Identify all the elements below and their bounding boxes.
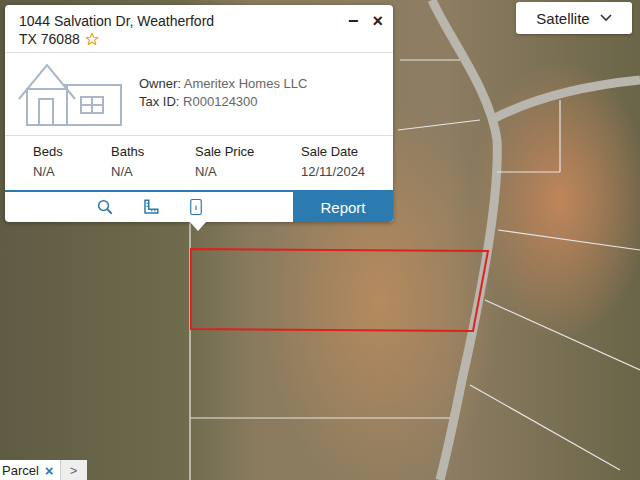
sale-field: Sale Date12/11/2024 [301,142,385,182]
tax-id: Tax ID: R000124300 [139,93,307,111]
search-icon[interactable] [96,198,114,216]
map-screen: 1044 Salvation Dr, WeatherfordTX 76088−×… [0,0,640,480]
tab-label: Parcel [2,463,39,478]
road [495,80,640,118]
popup-header: 1044 Salvation Dr, WeatherfordTX 76088 −× [5,5,393,53]
map-type-dropdown[interactable]: Satellite [516,2,632,34]
sale-field: Sale PriceN/A [195,142,301,182]
minimize-button[interactable]: − [348,12,359,48]
ruler-icon[interactable] [142,198,160,216]
parcel-tab[interactable]: Parcel × > [0,460,87,480]
action-bar: Report [5,190,393,222]
sale-field: BedsN/A [33,142,111,182]
address: 1044 Salvation Dr, WeatherfordTX 76088 [19,12,214,48]
next-button[interactable]: > [60,460,87,480]
close-button[interactable]: × [372,12,383,48]
parcel-popup: 1044 Salvation Dr, WeatherfordTX 76088 −×… [5,5,393,222]
selected-parcel[interactable] [191,249,488,331]
address-line: TX 76088 [19,30,214,48]
road [432,0,497,480]
popup-pointer [190,222,206,231]
tab-close-button[interactable]: × [45,462,54,479]
sale-field: BathsN/A [111,142,195,182]
owner-section: Owner: Ameritex Homes LLCTax ID: R000124… [5,53,393,136]
owner: Owner: Ameritex Homes LLC [139,75,307,93]
document-icon[interactable] [188,198,204,216]
star-icon[interactable] [85,32,99,46]
address-line: 1044 Salvation Dr, Weatherford [19,12,214,30]
chevron-down-icon [600,14,612,22]
house-icon [17,59,125,127]
report-button[interactable]: Report [293,192,393,222]
sale-table: BedsN/ABathsN/ASale PriceN/ASale Date12/… [5,136,393,190]
